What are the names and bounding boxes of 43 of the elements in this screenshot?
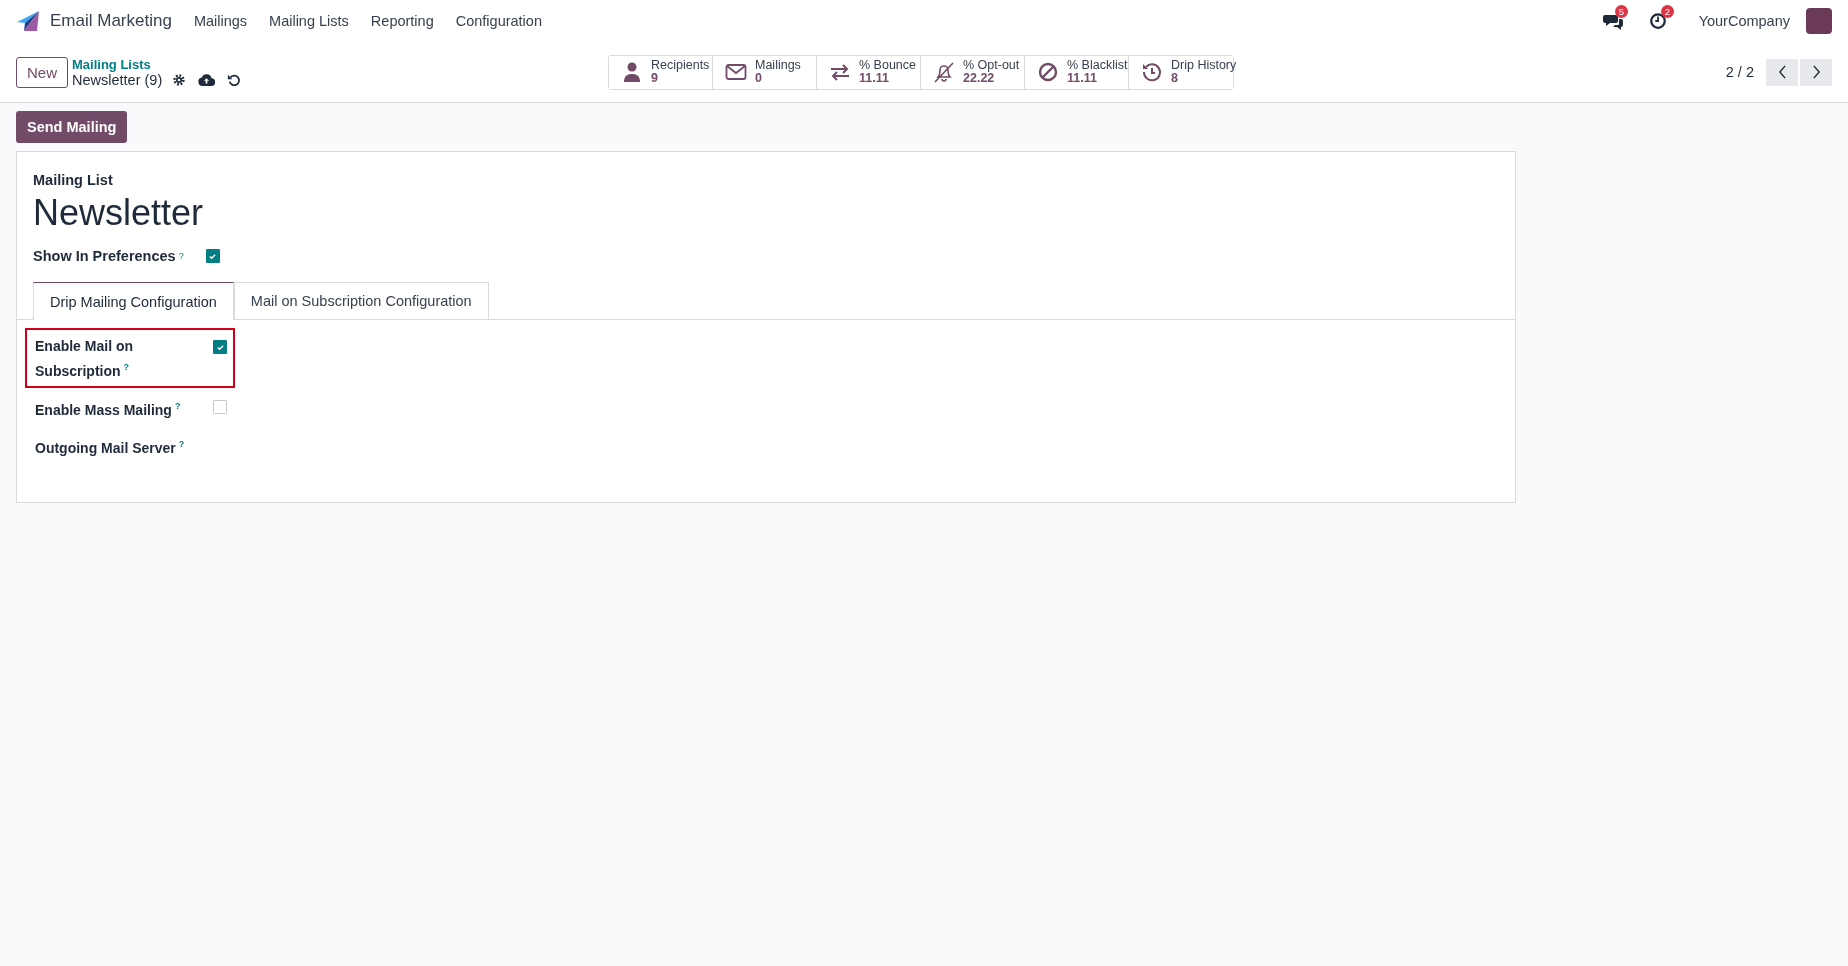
menu-item[interactable]: Mailings [193,13,248,29]
tab[interactable]: Drip Mailing Configuration [33,282,234,320]
clock-icon[interactable] [1648,12,1667,30]
notification-badge: 2 [1660,5,1674,18]
ban-icon [1037,61,1059,83]
notification-badge: 5 [1614,5,1628,18]
field-caption: Mailing List [33,172,114,188]
tab[interactable]: Mail on Subscription Configuration [233,282,489,319]
pager-value: 2 / 2 [1725,64,1754,80]
next-button[interactable] [1800,58,1832,86]
check-icon [208,251,218,261]
stat-button[interactable]: Recipients 9 [609,55,713,89]
checkbox[interactable] [213,340,227,354]
menu-item[interactable]: Reporting [370,13,434,29]
record-name: Newsletter (9) [72,71,163,88]
breadcrumb-link[interactable]: Mailing Lists [72,56,242,72]
field-label: Show In Preferences [33,248,176,264]
send-mailing-button[interactable]: Send Mailing [16,111,128,143]
envelope-icon [725,61,747,83]
record-title: Newsletter [33,192,205,234]
field-label: Enable Mail on Subscription $^{?}$ [35,337,134,381]
person-icon [621,61,643,83]
new-button[interactable]: New [16,56,68,88]
company-name[interactable]: YourCompany [1698,13,1790,29]
history-icon [1141,61,1163,83]
checkbox[interactable] [205,249,220,263]
field-label: Outgoing Mail Server $^{?}$ [35,438,186,458]
field-label: Enable Mass Mailing $^{?}$ [35,399,182,420]
menu-item[interactable]: Configuration [455,13,542,29]
check-icon [215,342,225,352]
app-logo-icon[interactable] [16,10,40,32]
chevron-left-icon [1777,65,1787,79]
checkbox[interactable] [213,399,227,414]
app-name[interactable]: Email Marketing [50,11,172,31]
arrows-icon [829,61,851,83]
chevron-right-icon [1811,65,1821,79]
cloud-upload-icon[interactable] [198,73,216,86]
undo-icon[interactable] [227,72,242,87]
help-tooltip-mark[interactable]: ? [178,251,184,261]
menu-item[interactable]: Mailing Lists [269,13,349,29]
bell-slash-icon [933,61,955,83]
previous-button[interactable] [1766,58,1798,86]
gear-icon[interactable] [172,72,187,87]
